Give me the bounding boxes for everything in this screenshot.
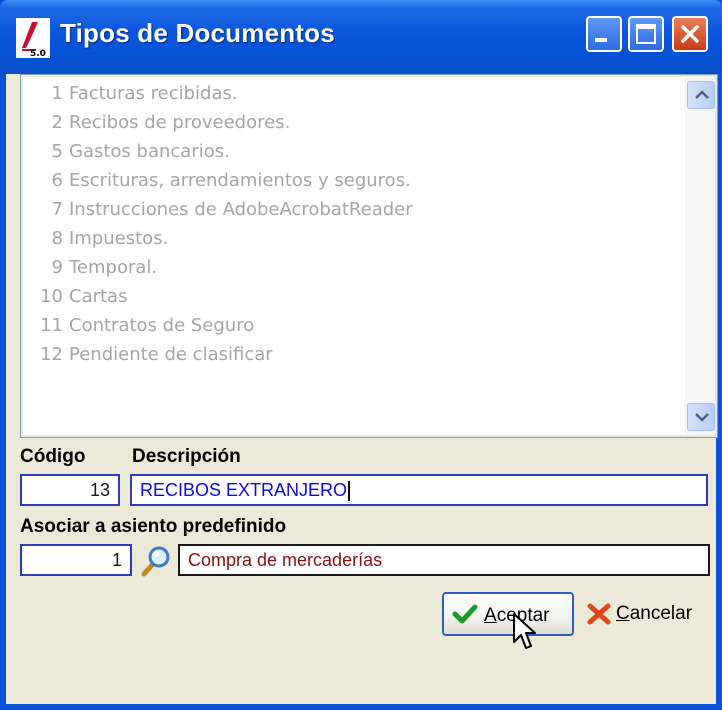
list-item[interactable]: 5 Gastos bancarios.	[35, 137, 673, 166]
dialog-window: 5.0 Tipos de Documentos 1 Facturas recibi…	[0, 0, 722, 710]
list-item-number: 2	[51, 112, 63, 133]
minimize-button[interactable]	[586, 16, 622, 52]
list-item-name: Contratos de Seguro	[69, 315, 255, 336]
list-item[interactable]: 1 Facturas recibidas.	[35, 79, 673, 108]
list-item-number: 9	[51, 257, 63, 278]
cancel-button[interactable]: Cancelar	[582, 592, 716, 636]
cancel-x-icon	[587, 603, 611, 625]
codigo-label: Código	[20, 446, 86, 467]
list-item-name: Pendiente de clasificar	[69, 344, 273, 365]
maximize-button[interactable]	[628, 16, 664, 52]
list-item-name: Temporal.	[69, 257, 158, 278]
list-item-number: 1	[51, 83, 63, 104]
minimize-icon	[595, 38, 607, 42]
list-item-name: Recibos de proveedores.	[69, 112, 291, 133]
document-types-list[interactable]: 1 Facturas recibidas. 2 Recibos de proveedo…	[20, 74, 718, 438]
list-item-number: 6	[51, 170, 63, 191]
descripcion-field[interactable]: RECIBOS EXTRANJERO	[130, 474, 708, 506]
asiento-label: Asociar a asiento predefinido	[20, 516, 287, 537]
list-item-number: 8	[51, 228, 63, 249]
list-item-name: Impuestos.	[69, 228, 169, 249]
chevron-up-icon	[695, 90, 709, 99]
list-item-number: 10	[40, 286, 63, 307]
accept-mnemonic: A	[484, 605, 497, 626]
codigo-field[interactable]: 13	[20, 474, 120, 506]
asiento-number-field[interactable]: 1	[20, 544, 132, 576]
list-item-name: Escrituras, arrendamientos y seguros.	[69, 170, 411, 191]
app-logo-icon: 5.0	[16, 18, 50, 58]
window-title: Tipos de Documentos	[60, 18, 335, 48]
close-icon	[681, 25, 699, 43]
list-item[interactable]: 8 Impuestos.	[35, 224, 673, 253]
checkmark-icon	[452, 604, 478, 624]
scroll-down-button[interactable]	[687, 403, 715, 431]
list-item[interactable]: 9 Temporal.	[35, 253, 673, 282]
asiento-name-field[interactable]: Compra de mercaderías	[178, 544, 710, 576]
list-item[interactable]: 6 Escrituras, arrendamientos y seguros.	[35, 166, 673, 195]
scroll-up-button[interactable]	[687, 81, 715, 109]
chevron-down-icon	[695, 413, 709, 422]
list-item-number: 12	[40, 344, 63, 365]
list-item-name: Instrucciones de AdobeAcrobatReader	[69, 199, 413, 220]
descripcion-label: Descripción	[132, 446, 241, 467]
document-types-items: 1 Facturas recibidas. 2 Recibos de proveedo…	[35, 79, 673, 369]
list-item-number: 11	[40, 315, 63, 336]
app-logo-label: 5.0	[30, 49, 46, 58]
list-item[interactable]: 10 Cartas	[35, 282, 673, 311]
descripcion-value: RECIBOS EXTRANJERO	[140, 480, 348, 500]
list-item[interactable]: 7 Instrucciones de AdobeAcrobatReader	[35, 195, 673, 224]
dialog-body: 1 Facturas recibidas. 2 Recibos de proveedo…	[6, 74, 718, 704]
mouse-pointer-icon	[513, 613, 536, 649]
list-item-name: Gastos bancarios.	[69, 141, 230, 162]
list-item-number: 5	[51, 141, 63, 162]
accept-button[interactable]: Aceptar	[442, 592, 574, 636]
list-item-name: Facturas recibidas.	[69, 83, 238, 104]
cancel-label-rest: ancelar	[629, 603, 693, 624]
vertical-scrollbar[interactable]	[685, 77, 715, 435]
maximize-icon	[636, 24, 656, 44]
list-item[interactable]: 2 Recibos de proveedores.	[35, 108, 673, 137]
title-bar[interactable]: 5.0 Tipos de Documentos	[0, 0, 722, 74]
close-button[interactable]	[672, 16, 708, 52]
list-item[interactable]: 12 Pendiente de clasificar	[35, 340, 673, 369]
search-icon[interactable]	[138, 544, 172, 578]
list-item-name: Cartas	[69, 286, 128, 307]
list-item-number: 7	[51, 199, 63, 220]
list-item[interactable]: 11 Contratos de Seguro	[35, 311, 673, 340]
text-cursor	[348, 481, 351, 502]
cancel-mnemonic: C	[616, 603, 630, 624]
